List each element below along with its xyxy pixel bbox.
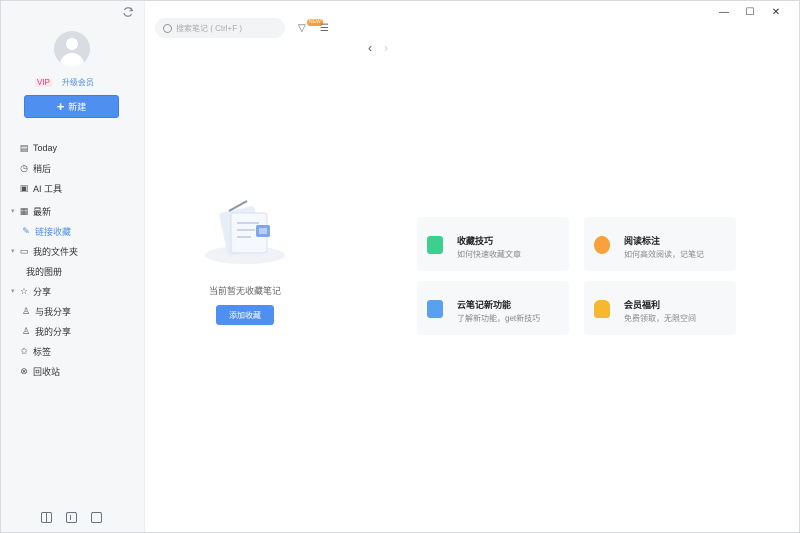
note-icon	[427, 300, 443, 318]
chevron-down-icon[interactable]: ▾	[11, 287, 19, 295]
sidebar-bottom-tools	[41, 512, 102, 523]
app-window: VIP 升级会员 + 新建 ▤ Today ◷ 稍后 ▣ AI 工具 ▾ ▦ 最…	[0, 0, 800, 533]
sidebar-item-shared-with-me[interactable]: ♙ 与我分享	[1, 301, 144, 321]
link-icon: ✎	[22, 225, 30, 236]
search-box[interactable]	[155, 18, 285, 38]
sidebar-item-tags[interactable]: ✩ 标签	[1, 341, 144, 361]
share-icon: ☆	[19, 285, 29, 296]
forward-arrow-icon[interactable]: ›	[384, 41, 388, 55]
card-desc: 如何快速收藏文章	[457, 250, 521, 259]
list-icon[interactable]: ☰	[320, 23, 330, 34]
sidebar-item-label: 我的分享	[35, 326, 72, 337]
sidebar-item-label: 分享	[33, 286, 52, 297]
card-title: 云笔记新功能	[457, 300, 512, 310]
minimize-icon[interactable]: —	[711, 5, 737, 19]
vip-badge[interactable]: VIP	[35, 77, 52, 87]
folder-icon: ▭	[19, 245, 29, 256]
sidebar-item-my-folders[interactable]: ▾ ▭ 我的文件夹	[1, 241, 144, 261]
close-icon[interactable]: ✕	[763, 5, 789, 19]
maximize-icon[interactable]: ☐	[737, 5, 763, 19]
sidebar-item-link-collection[interactable]: ✎ 链接收藏	[1, 221, 144, 241]
upgrade-link[interactable]: 升级会员	[62, 77, 94, 88]
ai-icon: ▣	[19, 182, 29, 193]
layout-icon[interactable]	[41, 512, 52, 523]
chevron-down-icon[interactable]: ▾	[11, 207, 19, 215]
sidebar-item-share[interactable]: ▾ ☆ 分享	[1, 281, 144, 301]
tips-cards: 收藏技巧 如何快速收藏文章 阅读标注 如何高效阅读，记笔记 云笔记新功能 了解新…	[417, 217, 737, 335]
card-title: 阅读标注	[624, 236, 661, 246]
sidebar-item-label: 稍后	[33, 163, 52, 174]
calendar-icon: ▤	[19, 142, 29, 153]
search-icon	[163, 23, 172, 33]
user-info: VIP 升级会员	[35, 76, 115, 88]
card-reading-annotation[interactable]: 阅读标注 如何高效阅读，记笔记	[584, 217, 736, 271]
history-nav: ‹ ›	[368, 41, 388, 55]
trash-icon: ⊗	[20, 365, 28, 376]
sidebar-item-label: Today	[33, 143, 58, 153]
view-tools: ▽ NEW ☰	[298, 19, 338, 37]
crown-icon	[594, 300, 610, 318]
clock-icon: ◷	[20, 162, 28, 173]
people-icon: ♙	[21, 305, 31, 316]
search-input[interactable]	[176, 23, 276, 33]
sidebar-item-label: 最新	[33, 206, 52, 217]
avatar-head	[66, 38, 78, 50]
card-desc: 了解新功能，get新技巧	[457, 314, 541, 323]
sidebar-item-trash[interactable]: ⊗ 回收站	[1, 361, 144, 381]
sidebar-item-today[interactable]: ▤ Today	[1, 138, 144, 158]
sidebar-item-ai-tools[interactable]: ▣ AI 工具	[1, 178, 144, 198]
panel-icon[interactable]	[66, 512, 77, 523]
card-member-benefits[interactable]: 会员福利 免费领取，无限空间	[584, 281, 736, 335]
sidebar-item-my-shares[interactable]: ♙ 我的分享	[1, 321, 144, 341]
sidebar-item-label: 链接收藏	[35, 226, 72, 237]
avatar[interactable]	[54, 31, 90, 67]
sidebar-item-label: 标签	[33, 346, 52, 357]
plus-icon: +	[56, 99, 65, 114]
back-arrow-icon[interactable]: ‹	[368, 41, 372, 55]
empty-state-illustration	[205, 200, 285, 264]
sidebar-item-label: 与我分享	[35, 306, 72, 317]
people-icon: ♙	[21, 325, 31, 336]
card-title: 收藏技巧	[457, 236, 494, 246]
avatar-body	[60, 53, 84, 67]
empty-state-text: 当前暂无收藏笔记	[208, 286, 281, 296]
badge-icon	[594, 236, 610, 254]
folder-icon: ▦	[19, 205, 29, 216]
sync-icon[interactable]	[122, 6, 134, 18]
window-controls: — ☐ ✕	[711, 5, 789, 19]
sidebar-item-my-albums[interactable]: 我的图册	[1, 261, 144, 281]
bookmark-icon	[427, 236, 443, 254]
card-collect-tips[interactable]: 收藏技巧 如何快速收藏文章	[417, 217, 569, 271]
sidebar-item-label: 回收站	[33, 366, 61, 377]
add-collection-button[interactable]: 添加收藏	[216, 305, 274, 325]
chevron-down-icon[interactable]: ▾	[11, 247, 19, 255]
sidebar-nav: ▤ Today ◷ 稍后 ▣ AI 工具 ▾ ▦ 最新 ✎ 链接收藏 ▾ ▭ 我…	[1, 138, 144, 381]
sidebar-item-latest[interactable]: ▾ ▦ 最新	[1, 201, 144, 221]
sidebar-item-label: AI 工具	[33, 183, 63, 194]
fullscreen-icon[interactable]	[91, 512, 102, 523]
sidebar-item-label: 我的文件夹	[33, 246, 79, 257]
tag-icon: ✩	[20, 345, 28, 356]
card-title: 会员福利	[624, 300, 661, 310]
new-button-label: 新建	[68, 102, 87, 112]
card-desc: 免费领取，无限空间	[624, 314, 696, 323]
sidebar-item-later[interactable]: ◷ 稍后	[1, 158, 144, 178]
card-new-features[interactable]: 云笔记新功能 了解新功能，get新技巧	[417, 281, 569, 335]
sidebar: VIP 升级会员 + 新建 ▤ Today ◷ 稍后 ▣ AI 工具 ▾ ▦ 最…	[1, 1, 145, 532]
sidebar-item-label: 我的图册	[26, 266, 63, 277]
card-desc: 如何高效阅读，记笔记	[624, 250, 704, 259]
new-button[interactable]: + 新建	[24, 95, 119, 118]
